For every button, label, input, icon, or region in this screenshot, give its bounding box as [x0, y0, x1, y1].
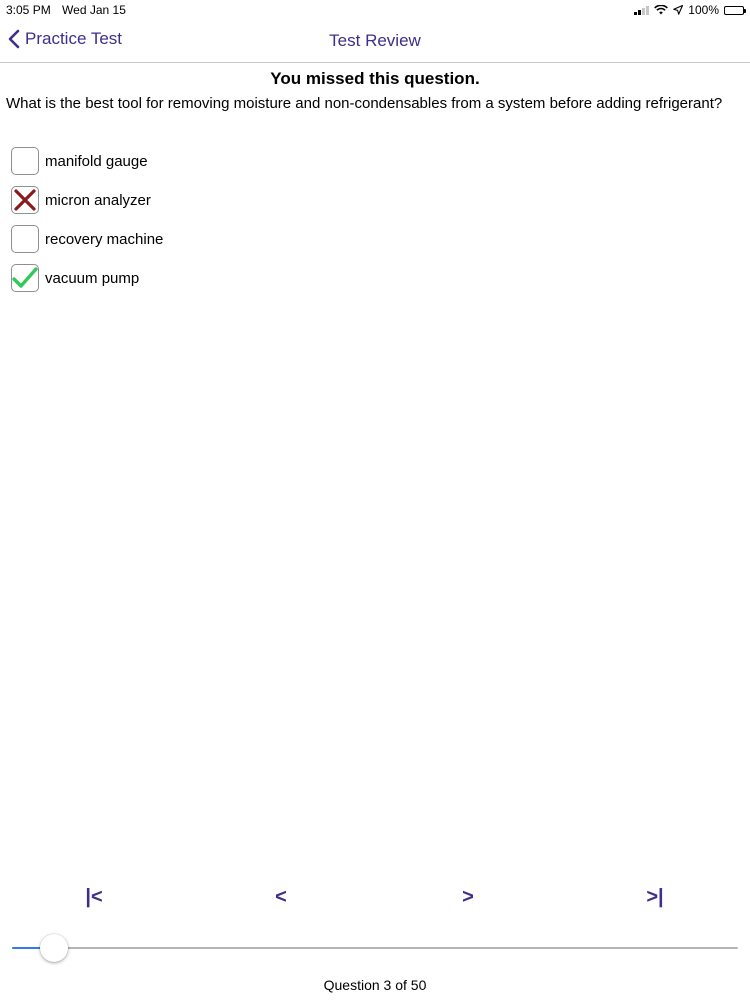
- battery-icon: [724, 5, 746, 15]
- status-right: 100%: [634, 3, 746, 17]
- checkbox-wrong[interactable]: [11, 186, 39, 214]
- answer-option[interactable]: manifold gauge: [11, 146, 163, 176]
- checkbox-empty[interactable]: [11, 147, 39, 175]
- cellular-signal-icon: [634, 5, 650, 15]
- answer-option[interactable]: vacuum pump: [11, 263, 163, 293]
- question-counter: Question 3 of 50: [323, 977, 427, 993]
- checkmark-icon: [12, 267, 38, 288]
- result-heading: You missed this question.: [270, 69, 480, 88]
- nav-bar: Practice Test Test Review: [0, 20, 750, 63]
- x-mark-icon: [14, 189, 36, 211]
- checkbox-correct[interactable]: [11, 264, 39, 292]
- answer-options: manifold gauge micron analyzer recovery …: [11, 146, 163, 302]
- last-question-button[interactable]: >|: [635, 886, 675, 909]
- answer-label: vacuum pump: [45, 269, 140, 287]
- wifi-icon: [654, 5, 669, 15]
- battery-percent: 100%: [688, 3, 719, 17]
- question-text: What is the best tool for removing moist…: [6, 95, 723, 112]
- checkbox-empty[interactable]: [11, 225, 39, 253]
- status-time: 3:05 PM: [6, 3, 51, 17]
- question-pager: |< < > >|: [0, 886, 750, 916]
- answer-option[interactable]: recovery machine: [11, 224, 163, 254]
- answer-option[interactable]: micron analyzer: [11, 185, 163, 215]
- question-slider[interactable]: [12, 934, 738, 962]
- previous-question-button[interactable]: <: [261, 886, 301, 909]
- answer-label: micron analyzer: [45, 191, 151, 209]
- status-left: 3:05 PM Wed Jan 15: [6, 3, 134, 17]
- slider-track: [12, 947, 738, 949]
- answer-label: manifold gauge: [45, 152, 148, 170]
- location-arrow-icon: [673, 5, 684, 15]
- slider-thumb[interactable]: [40, 934, 69, 962]
- answer-label: recovery machine: [45, 230, 164, 248]
- status-bar: 3:05 PM Wed Jan 15 100%: [0, 0, 750, 20]
- next-question-button[interactable]: >: [448, 886, 488, 909]
- status-date: Wed Jan 15: [62, 3, 126, 17]
- first-question-button[interactable]: |<: [74, 886, 114, 909]
- page-title: Test Review: [329, 31, 421, 50]
